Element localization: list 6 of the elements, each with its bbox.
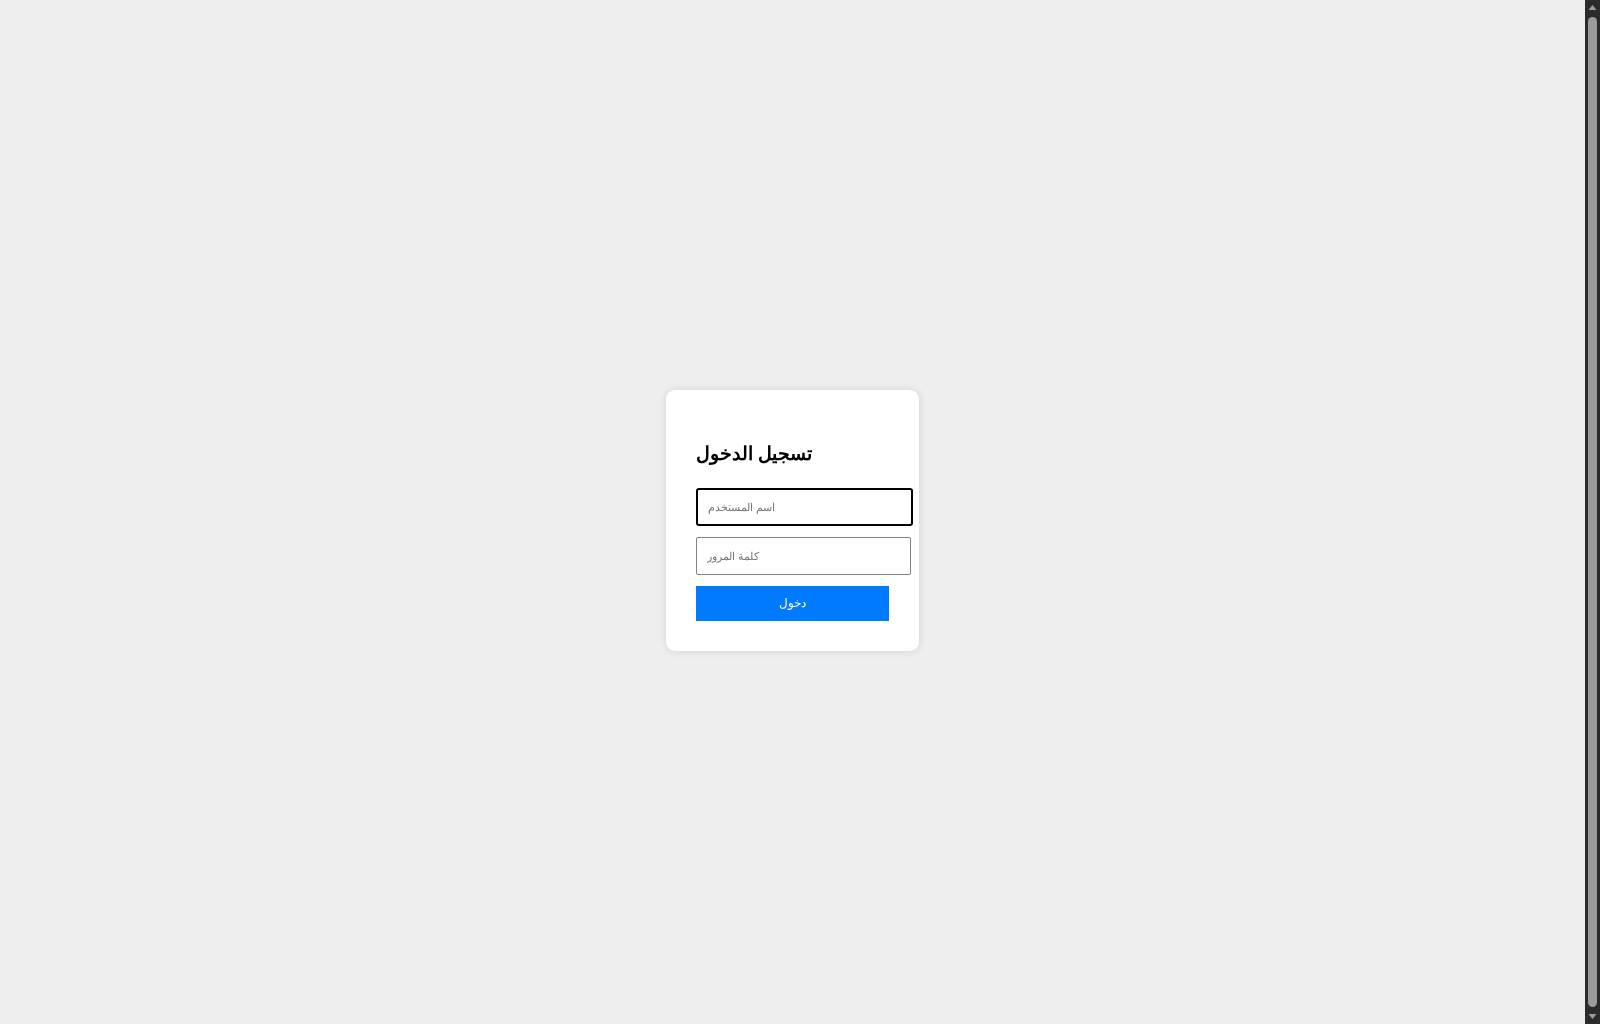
scrollbar-thumb[interactable] [1588, 17, 1597, 1007]
scrollbar[interactable] [1585, 0, 1600, 1024]
login-button[interactable]: دخول [696, 585, 889, 621]
password-field[interactable]: كلمة المرور [696, 536, 911, 575]
login-title: تسجيل الدخول [696, 441, 814, 467]
username-field[interactable]: اسم المستخدم [696, 487, 913, 526]
